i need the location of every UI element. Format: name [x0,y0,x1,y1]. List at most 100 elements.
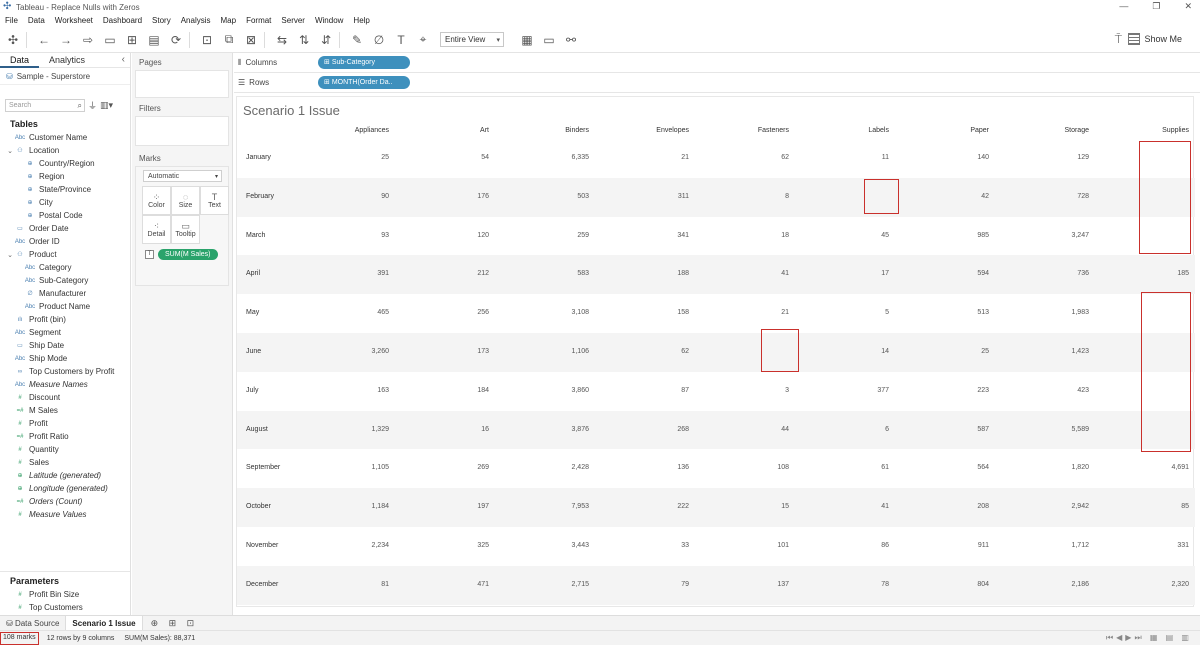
fit-dropdown[interactable]: Entire View ▾ [440,32,504,47]
table-cell[interactable]: 184 [409,372,489,410]
field-item[interactable]: ⊕ State/Province [0,183,130,196]
table-cell[interactable]: 583 [509,255,589,293]
mark-type-dropdown[interactable]: Automatic ▾ [143,170,222,182]
field-item[interactable]: # Quantity [0,443,130,456]
menu-story[interactable]: Story [152,16,171,25]
column-header[interactable]: Paper [909,127,989,134]
table-cell[interactable]: 81 [309,566,389,604]
table-cell[interactable]: 259 [509,217,589,255]
table-cell[interactable]: 911 [909,527,989,565]
table-cell[interactable]: 86 [809,527,889,565]
table-cell[interactable]: 7,953 [509,488,589,526]
table-cell[interactable]: 1,423 [1009,333,1089,371]
table-cell[interactable]: 4,691 [1109,449,1189,487]
table-cell[interactable]: 21 [709,294,789,332]
table-cell[interactable]: 93 [309,217,389,255]
detail-mark-button[interactable]: ⁖ Detail [142,215,171,244]
table-cell[interactable]: 1,105 [309,449,389,487]
filter-icon[interactable]: ⏚ [88,99,97,112]
table-cell[interactable]: 471 [409,566,489,604]
table-cell[interactable]: 1,983 [1009,294,1089,332]
viz-area[interactable]: Scenario 1 Issue Appliances Art Binders Env… [236,96,1195,607]
menu-analysis[interactable]: Analysis [181,16,211,25]
table-cell[interactable]: 78 [809,566,889,604]
restore-button[interactable]: ❐ [1152,1,1160,12]
table-cell[interactable]: 140 [909,139,989,177]
field-item[interactable]: Abc Ship Mode [0,352,130,365]
undo-icon[interactable]: ← [35,31,53,49]
rows-shelf[interactable]: ☰ Rows ⊞ MONTH(Order Da.. [234,73,1200,93]
text-encoding-icon[interactable]: T [145,250,154,259]
menu-data[interactable]: Data [28,16,45,25]
table-cell[interactable]: 136 [609,449,689,487]
row-header[interactable]: May [246,294,259,332]
table-cell[interactable]: 3,443 [509,527,589,565]
table-cell[interactable]: 62 [609,333,689,371]
column-header[interactable]: Storage [1009,127,1089,134]
table-cell[interactable]: 269 [409,449,489,487]
field-item[interactable]: ⊕ Postal Code [0,209,130,222]
table-cell[interactable]: 728 [1009,178,1089,216]
new-worksheet-icon[interactable]: ▤ [145,31,163,49]
row-header[interactable]: July [246,372,258,410]
field-item[interactable]: ∞ Top Customers by Profit [0,365,130,378]
column-header[interactable]: Envelopes [609,127,689,134]
menu-file[interactable]: File [5,16,18,25]
share-icon[interactable]: ⚯ [562,31,580,49]
month-order-date-pill[interactable]: ⊞ MONTH(Order Da.. [318,76,410,89]
table-cell[interactable]: 25 [309,139,389,177]
table-cell[interactable]: 331 [1109,527,1189,565]
table-cell[interactable]: 15 [709,488,789,526]
row-header[interactable]: April [246,255,260,293]
column-header[interactable]: Art [409,127,489,134]
menu-worksheet[interactable]: Worksheet [55,16,93,25]
menu-window[interactable]: Window [315,16,343,25]
column-header[interactable]: Supplies [1109,127,1189,134]
column-header[interactable]: Appliances [309,127,389,134]
table-cell[interactable]: 268 [609,411,689,449]
columns-shelf[interactable]: ⦀ Columns ⊞ Sub-Category [234,53,1200,73]
table-cell[interactable]: 54 [409,139,489,177]
table-cell[interactable]: 61 [809,449,889,487]
row-header[interactable]: March [246,217,265,255]
table-cell[interactable]: 3 [709,372,789,410]
field-item[interactable]: Abc Category [0,261,130,274]
table-cell[interactable]: 5 [809,294,889,332]
presenter-icon[interactable]: ⍑ [1115,32,1122,47]
field-item[interactable]: ▭ Ship Date [0,339,130,352]
tab-analytics[interactable]: Analytics [39,53,95,68]
table-cell[interactable]: 173 [409,333,489,371]
sum-m-sales-pill[interactable]: SUM(M Sales) [158,249,218,260]
field-item[interactable]: ∅ Manufacturer [0,287,130,300]
field-item[interactable]: =# Orders (Count) [0,495,130,508]
row-header[interactable]: June [246,333,261,371]
table-cell[interactable]: 137 [709,566,789,604]
table-cell[interactable]: 11 [809,139,889,177]
sheet-navigation-controls[interactable]: ⏮◀▶⏭ ▦ ▤ ▥ [1106,633,1192,643]
table-cell[interactable]: 1,184 [309,488,389,526]
new-story-tab-icon[interactable]: ⊡ [187,618,197,628]
field-item[interactable]: ⊕ Latitude (generated) [0,469,130,482]
sub-category-pill[interactable]: ⊞ Sub-Category [318,56,410,69]
table-cell[interactable]: 325 [409,527,489,565]
table-cell[interactable]: 564 [909,449,989,487]
table-cell[interactable]: 6 [809,411,889,449]
table-cell[interactable]: 2,715 [509,566,589,604]
table-cell[interactable]: 256 [409,294,489,332]
table-cell[interactable]: 18 [709,217,789,255]
show-me-button[interactable]: Show Me [1128,33,1182,45]
table-cell[interactable]: 16 [409,411,489,449]
field-item[interactable]: Abc Product Name [0,300,130,313]
field-item[interactable]: Abc Order ID [0,235,130,248]
table-cell[interactable]: 2,186 [1009,566,1089,604]
field-item[interactable]: # Discount [0,391,130,404]
table-cell[interactable]: 513 [909,294,989,332]
table-cell[interactable]: 163 [309,372,389,410]
minimize-button[interactable]: — [1119,1,1128,12]
field-item[interactable]: Abc Sub-Category [0,274,130,287]
row-header[interactable]: January [246,139,271,177]
table-cell[interactable]: 1,106 [509,333,589,371]
table-cell[interactable]: 212 [409,255,489,293]
field-item[interactable]: ⊕ Longitude (generated) [0,482,130,495]
table-cell[interactable]: 129 [1009,139,1089,177]
